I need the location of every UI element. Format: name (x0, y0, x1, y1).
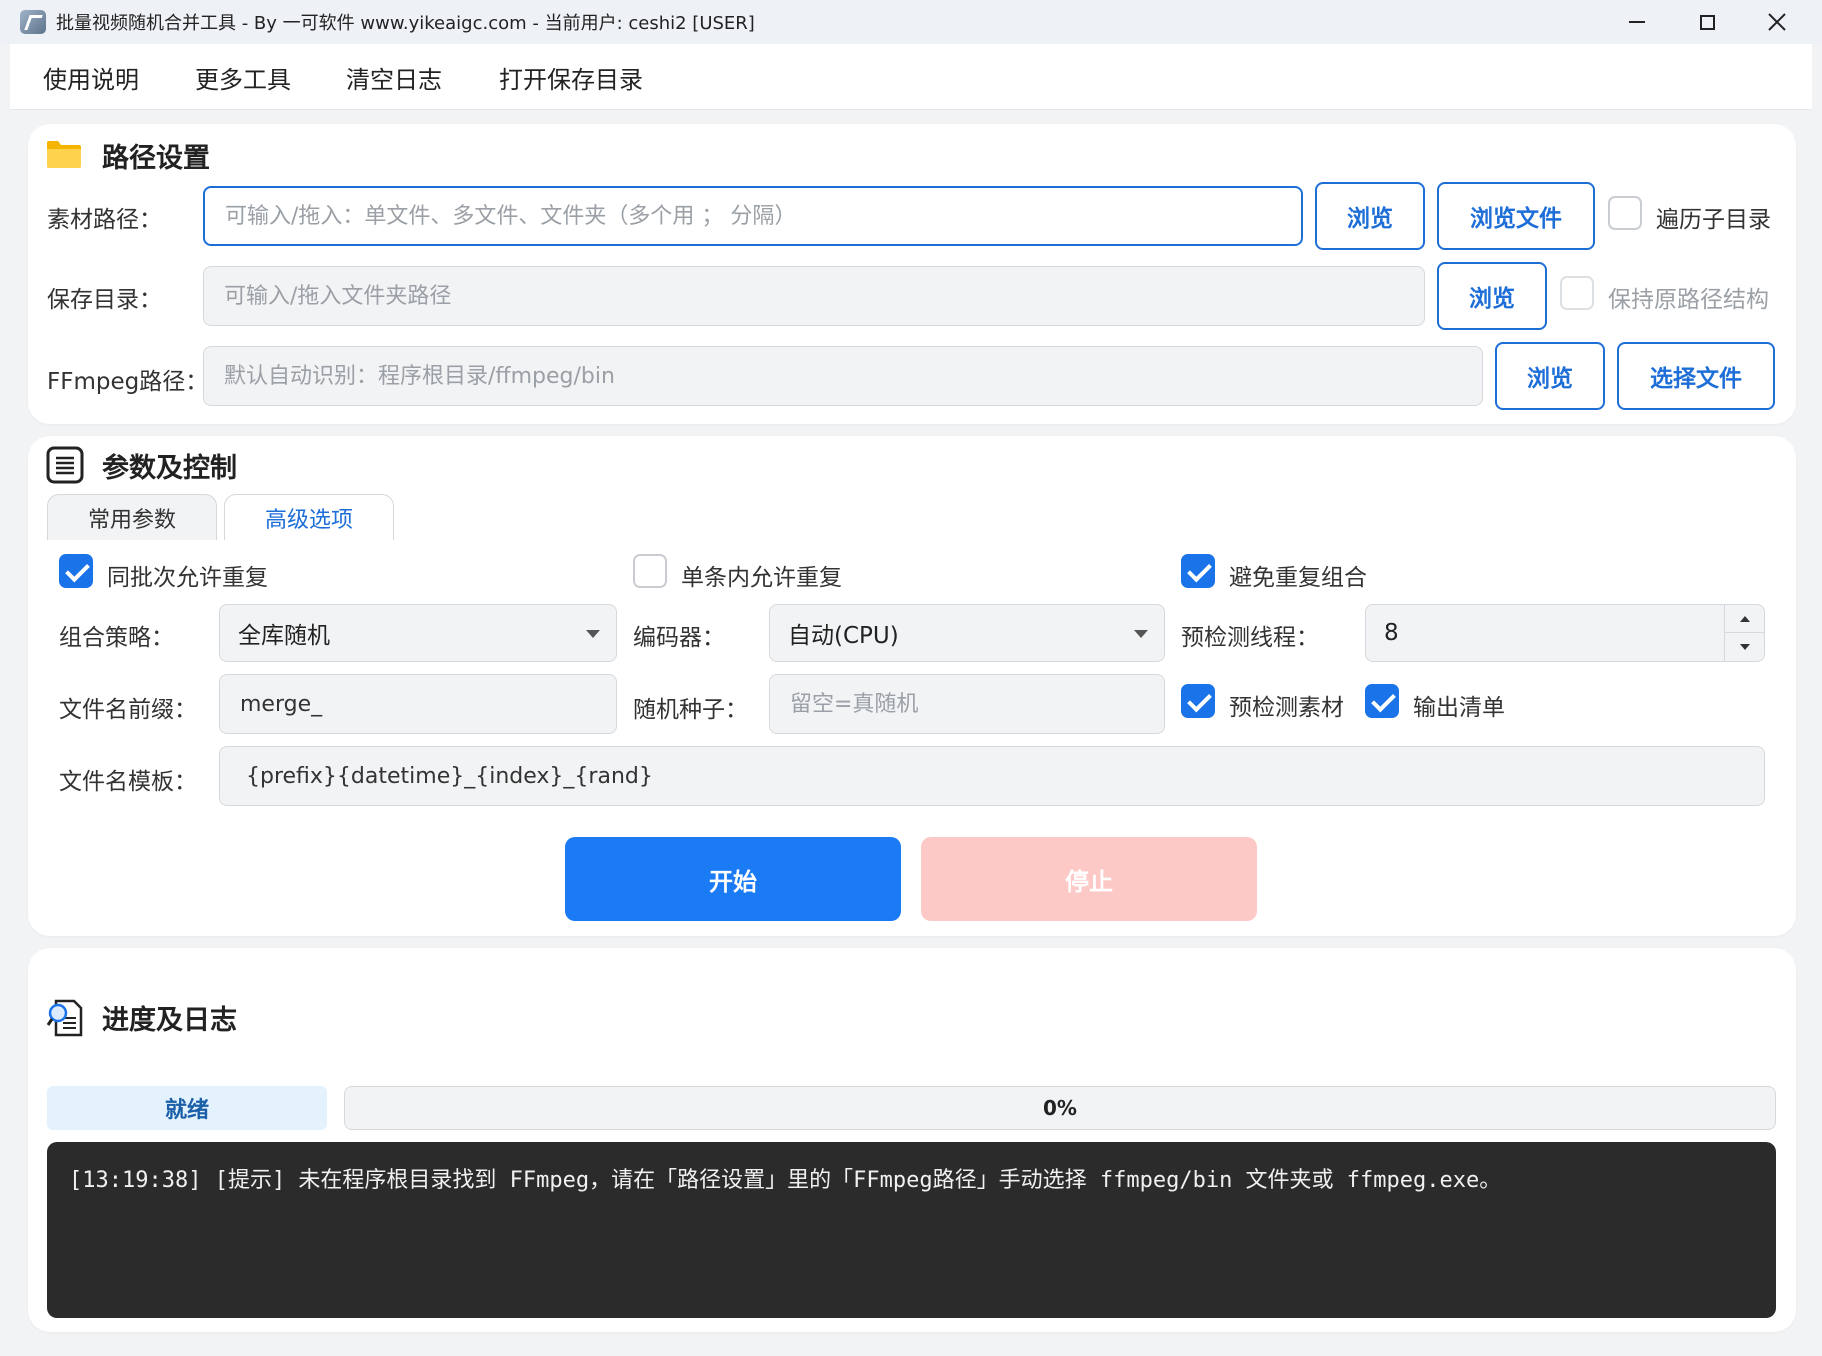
progress-log-title: 进度及日志 (102, 1005, 237, 1036)
tab-advanced-options[interactable]: 高级选项 (224, 494, 394, 540)
chevron-up-icon (1739, 615, 1750, 622)
app-icon (20, 10, 46, 34)
chevron-down-icon (1134, 630, 1148, 638)
keep-structure-label: 保持原路径结构 (1608, 287, 1769, 313)
strategy-label: 组合策略： (59, 625, 174, 651)
title-bar: 批量视频随机合并工具 - By 一可软件 www.yikeaigc.com - … (0, 0, 1822, 44)
ffmpeg-browse-button[interactable]: 浏览 (1495, 342, 1605, 410)
spin-up-button[interactable] (1725, 605, 1764, 633)
ffmpeg-select-file-button[interactable]: 选择文件 (1617, 342, 1775, 410)
maximize-icon (1699, 14, 1715, 30)
template-label: 文件名模板： (59, 769, 197, 795)
allow-repeat-batch-checkbox[interactable] (59, 554, 93, 588)
traverse-subdir-label: 遍历子目录 (1656, 207, 1771, 233)
list-icon (46, 446, 84, 484)
strategy-select[interactable]: 全库随机 (219, 604, 617, 662)
menu-more-tools[interactable]: 更多工具 (195, 60, 291, 95)
seed-input[interactable] (769, 674, 1165, 734)
material-browse-button[interactable]: 浏览 (1315, 182, 1425, 250)
precheck-threads-label: 预检测线程： (1181, 625, 1319, 651)
search-document-icon (46, 999, 83, 1037)
log-line: [13:19:38] [提示] 未在程序根目录找到 FFmpeg，请在「路径设置… (69, 1168, 1502, 1193)
close-icon (1768, 13, 1786, 31)
prefix-input[interactable] (219, 674, 617, 734)
chevron-down-icon (1739, 644, 1750, 650)
ffmpeg-path-label: FFmpeg路径： (47, 369, 209, 395)
material-path-input[interactable] (203, 186, 1303, 246)
allow-repeat-single-label: 单条内允许重复 (681, 565, 842, 591)
allow-repeat-batch-label: 同批次允许重复 (107, 565, 268, 591)
material-browse-file-button[interactable]: 浏览文件 (1437, 182, 1595, 250)
progress-text: 0% (1043, 1096, 1077, 1120)
start-button[interactable]: 开始 (565, 837, 901, 921)
menu-clear-log[interactable]: 清空日志 (346, 60, 442, 95)
log-console[interactable]: [13:19:38] [提示] 未在程序根目录找到 FFmpeg，请在「路径设置… (47, 1142, 1776, 1318)
avoid-repeat-combo-label: 避免重复组合 (1229, 565, 1367, 591)
encoder-select[interactable]: 自动(CPU) (769, 604, 1165, 662)
path-settings-card: 路径设置 素材路径： 浏览 浏览文件 遍历子目录 保存目录： 浏览 保持原路径结… (28, 124, 1796, 424)
ffmpeg-path-input[interactable] (203, 346, 1483, 406)
strategy-value: 全库随机 (238, 623, 330, 649)
chevron-down-icon (586, 630, 600, 638)
keep-structure-checkbox[interactable] (1560, 276, 1594, 310)
save-dir-input[interactable] (203, 266, 1425, 326)
precheck-material-label: 预检测素材 (1229, 695, 1344, 721)
minimize-icon (1629, 21, 1645, 23)
spin-buttons (1724, 605, 1764, 661)
menu-instructions[interactable]: 使用说明 (43, 60, 139, 95)
encoder-value: 自动(CPU) (788, 623, 899, 649)
menu-bar: 使用说明 更多工具 清空日志 打开保存目录 (10, 44, 1812, 110)
save-dir-label: 保存目录： (47, 287, 162, 313)
seed-label: 随机种子： (633, 697, 748, 723)
precheck-material-checkbox[interactable] (1181, 684, 1215, 718)
allow-repeat-single-checkbox[interactable] (633, 554, 667, 588)
maximize-button[interactable] (1672, 0, 1742, 44)
stop-button[interactable]: 停止 (921, 837, 1257, 921)
progress-bar: 0% (344, 1086, 1776, 1130)
params-control-title: 参数及控制 (102, 453, 237, 484)
precheck-threads-spinbox[interactable]: 8 (1365, 604, 1765, 662)
params-control-card: 参数及控制 常用参数 高级选项 同批次允许重复 单条内允许重复 避免重复组合 组… (28, 436, 1796, 936)
avoid-repeat-combo-checkbox[interactable] (1181, 554, 1215, 588)
encoder-label: 编码器： (633, 625, 725, 651)
window-title: 批量视频随机合并工具 - By 一可软件 www.yikeaigc.com - … (56, 13, 755, 34)
precheck-threads-value: 8 (1384, 620, 1399, 646)
path-settings-title: 路径设置 (102, 143, 210, 174)
folder-icon (47, 141, 81, 168)
output-list-checkbox[interactable] (1365, 684, 1399, 718)
output-list-label: 输出清单 (1413, 695, 1505, 721)
traverse-subdir-checkbox[interactable] (1608, 196, 1642, 230)
prefix-label: 文件名前缀： (59, 697, 197, 723)
material-path-label: 素材路径： (47, 207, 162, 233)
progress-log-card: 进度及日志 就绪 0% [13:19:38] [提示] 未在程序根目录找到 FF… (28, 948, 1796, 1332)
menu-open-save-dir[interactable]: 打开保存目录 (499, 60, 643, 95)
status-badge: 就绪 (47, 1086, 327, 1130)
save-dir-browse-button[interactable]: 浏览 (1437, 262, 1547, 330)
spin-down-button[interactable] (1725, 633, 1764, 661)
close-button[interactable] (1742, 0, 1812, 44)
tab-common-params[interactable]: 常用参数 (47, 494, 217, 540)
template-input[interactable] (219, 746, 1765, 806)
minimize-button[interactable] (1602, 0, 1672, 44)
